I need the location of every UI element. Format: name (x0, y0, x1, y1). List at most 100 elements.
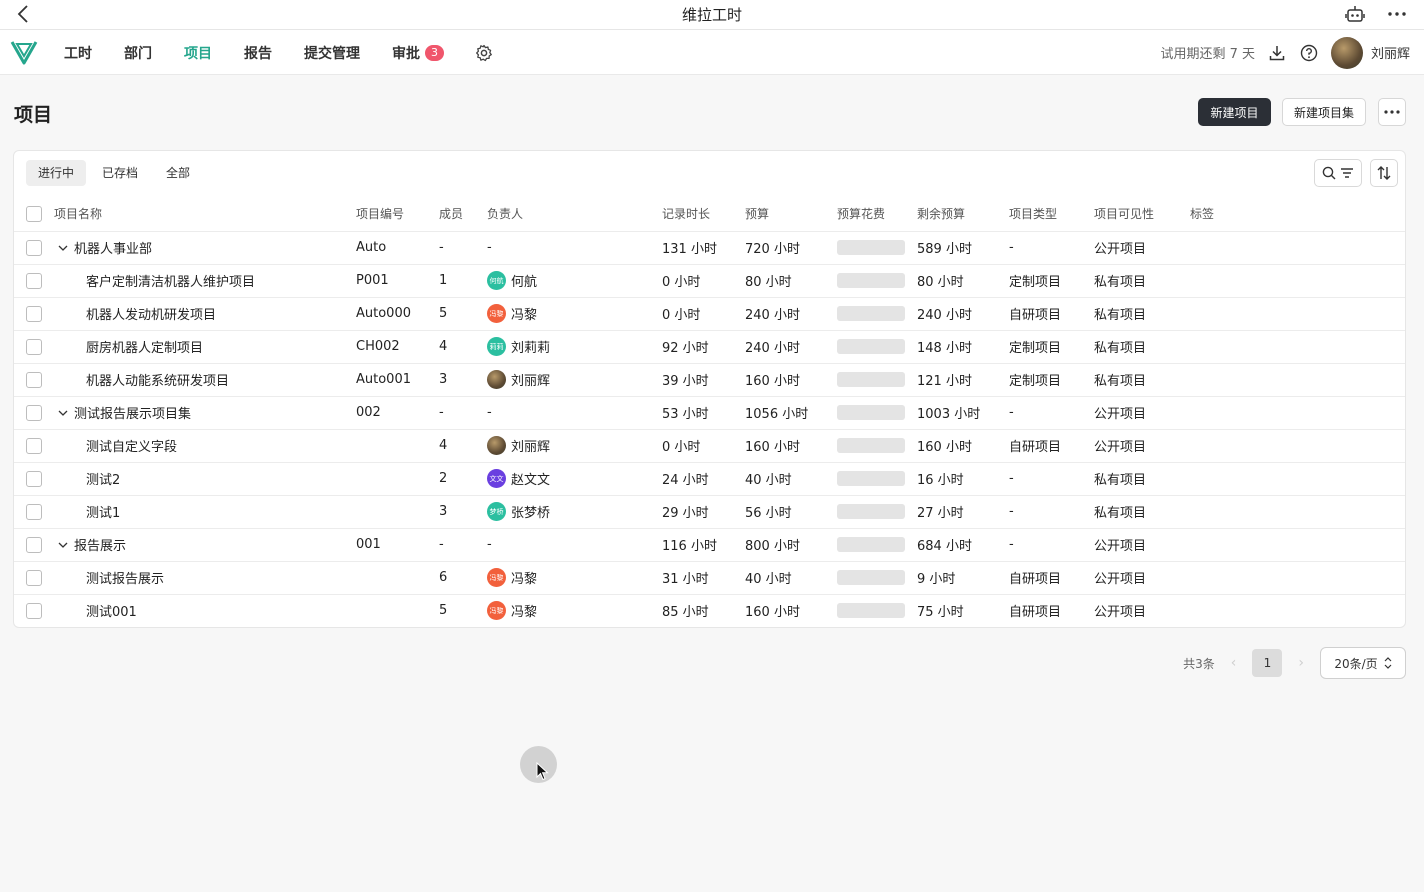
code-cell: 001 (356, 527, 439, 561)
project-name[interactable]: 测试报告展示项目集 (74, 403, 191, 422)
gear-icon[interactable] (474, 43, 494, 63)
row-checkbox[interactable] (26, 338, 42, 355)
table-row[interactable]: 机器人发动机研发项目 Auto000 5 冯黎 冯黎 0 小时 240 小时 240 小时 自研… (14, 296, 1405, 330)
nav-item-approval[interactable]: 审批 3 (376, 30, 460, 75)
table-row[interactable]: 测试2 2 文文 赵文文 24 小时 40 小时 16 小时 - 私有项目 (14, 461, 1405, 495)
project-name[interactable]: 测试2 (54, 473, 120, 488)
code-cell (356, 560, 439, 594)
more-dots-icon[interactable] (1386, 3, 1408, 25)
chevron-down-icon[interactable] (56, 538, 70, 552)
project-name[interactable]: 机器人发动机研发项目 (54, 308, 216, 323)
visibility-cell: 私有项目 (1094, 329, 1190, 363)
more-options-button[interactable] (1378, 98, 1406, 126)
nav-item-timesheet[interactable]: 工时 (48, 30, 108, 75)
visibility-cell: 公开项目 (1094, 395, 1190, 429)
row-checkbox[interactable] (26, 404, 42, 421)
select-cell (14, 395, 54, 429)
nav-item-reports[interactable]: 报告 (228, 30, 288, 75)
nav-item-submissions[interactable]: 提交管理 (288, 30, 376, 75)
logged-hours-cell: 31 小时 (662, 560, 745, 594)
project-type-cell: - (1009, 494, 1094, 528)
project-name[interactable]: 报告展示 (74, 535, 126, 554)
owner-name: 何航 (511, 275, 538, 290)
owner-cell: 梦桥 张梦桥 (487, 494, 662, 528)
budget-cell: 1056 小时 (745, 395, 837, 429)
page-number-button[interactable]: 1 (1252, 649, 1283, 677)
tags-cell (1190, 593, 1405, 627)
select-cell (14, 263, 54, 297)
row-checkbox[interactable] (26, 305, 42, 322)
tags-cell (1190, 329, 1405, 363)
owner-name: 赵文文 (511, 473, 551, 488)
table-group-row[interactable]: 机器人事业部 Auto - -131 小时 720 小时 589 小时 - 公开项目 (14, 230, 1405, 264)
select-all-checkbox[interactable] (26, 205, 42, 222)
new-project-button[interactable]: 新建项目 (1198, 98, 1271, 126)
table-row[interactable]: 机器人动能系统研发项目 Auto001 3 刘丽辉 39 小时 160 小时 121 小时定… (14, 362, 1405, 396)
budget-spent-cell (837, 395, 917, 429)
name-cell: 厨房机器人定制项目 (54, 329, 356, 363)
back-arrow-icon[interactable] (12, 3, 34, 25)
row-checkbox[interactable] (26, 272, 42, 289)
code-cell: Auto (356, 230, 439, 264)
budget-cell: 160 小时 (745, 593, 837, 627)
column-header: 预算 (745, 207, 770, 222)
column-header: 项目类型 (1009, 207, 1058, 222)
filter-icon (1341, 168, 1353, 178)
nav-item-department[interactable]: 部门 (108, 30, 168, 75)
logged-hours-cell: 53 小时 (662, 395, 745, 429)
table-row[interactable]: 测试1 3 梦桥 张梦桥 29 小时 56 小时 27 小时 - 私有项目 (14, 494, 1405, 528)
table-row[interactable]: 客户定制清洁机器人维护项目 P001 1 何航 何航 0 小时 80 小时 80 小时 定制项目… (14, 263, 1405, 297)
row-checkbox[interactable] (26, 437, 42, 454)
row-checkbox[interactable] (26, 503, 42, 520)
sort-button[interactable] (1370, 159, 1398, 187)
user-menu[interactable]: 刘丽辉 (1330, 36, 1410, 69)
tab-archived[interactable]: 已存档 (90, 160, 150, 186)
table-row[interactable]: 测试自定义字段 4 刘丽辉 0 小时 160 小时 160 小时 自研项目 公开项目 (14, 428, 1405, 462)
project-name[interactable]: 测试报告展示 (54, 572, 164, 587)
table-row[interactable]: 厨房机器人定制项目 CH002 4 莉莉 刘莉莉 92 小时 240 小时 148 小时 定制项… (14, 329, 1405, 363)
help-icon[interactable] (1299, 43, 1319, 63)
row-checkbox[interactable] (26, 536, 42, 553)
project-name[interactable]: 机器人事业部 (74, 238, 152, 257)
download-icon[interactable] (1267, 43, 1287, 63)
new-project-set-button[interactable]: 新建项目集 (1282, 98, 1366, 126)
row-checkbox[interactable] (26, 371, 42, 388)
logo-icon[interactable] (10, 39, 38, 65)
chevron-down-icon[interactable] (56, 406, 70, 420)
budget-cell: 240 小时 (745, 296, 837, 330)
row-checkbox[interactable] (26, 569, 42, 586)
table-row[interactable]: 测试001 5 冯黎 冯黎 85 小时 160 小时 75 小时 自研项目 公开项目 (14, 593, 1405, 627)
tab-in-progress[interactable]: 进行中 (26, 160, 87, 186)
nav-label: 项目 (184, 45, 212, 62)
row-checkbox[interactable] (26, 602, 42, 619)
table-group-row[interactable]: 报告展示 001- -116 小时 800 小时 684 小时 - 公开项目 (14, 527, 1405, 561)
project-name[interactable]: 测试自定义字段 (54, 440, 177, 455)
table-group-row[interactable]: 测试报告展示项目集 002- -53 小时 1056 小时 1003 小时 - 公开项目 (14, 395, 1405, 429)
search-filter-button[interactable] (1314, 159, 1362, 187)
budget-spent-cell (837, 428, 917, 462)
project-name[interactable]: 测试001 (54, 605, 137, 620)
remaining-budget-cell: 148 小时 (917, 329, 1009, 363)
next-page-icon[interactable]: › (1298, 655, 1304, 671)
budget-spent-cell (837, 296, 917, 330)
budget-cell: 160 小时 (745, 362, 837, 396)
tab-all[interactable]: 全部 (154, 160, 202, 186)
row-checkbox[interactable] (26, 239, 42, 256)
budget-cell: 80 小时 (745, 263, 837, 297)
budget-progress-bar (837, 405, 905, 420)
logged-hours-cell: 0 小时 (662, 428, 745, 462)
page-size-select[interactable]: 20条/页 (1320, 647, 1406, 679)
project-name[interactable]: 厨房机器人定制项目 (54, 341, 203, 356)
tags-cell (1190, 230, 1405, 264)
table-row[interactable]: 测试报告展示 6 冯黎 冯黎 31 小时 40 小时 9 小时 自研项目 公开项目 (14, 560, 1405, 594)
chevron-down-icon[interactable] (56, 241, 70, 255)
row-checkbox[interactable] (26, 470, 42, 487)
project-name[interactable]: 机器人动能系统研发项目 (54, 374, 229, 389)
robot-icon[interactable] (1344, 3, 1366, 25)
column-header: 标签 (1190, 207, 1215, 222)
prev-page-icon[interactable]: ‹ (1231, 655, 1237, 671)
column-header: 负责人 (487, 207, 524, 222)
project-name[interactable]: 客户定制清洁机器人维护项目 (54, 275, 255, 290)
nav-item-projects[interactable]: 项目 (168, 30, 228, 75)
project-name[interactable]: 测试1 (54, 506, 120, 521)
